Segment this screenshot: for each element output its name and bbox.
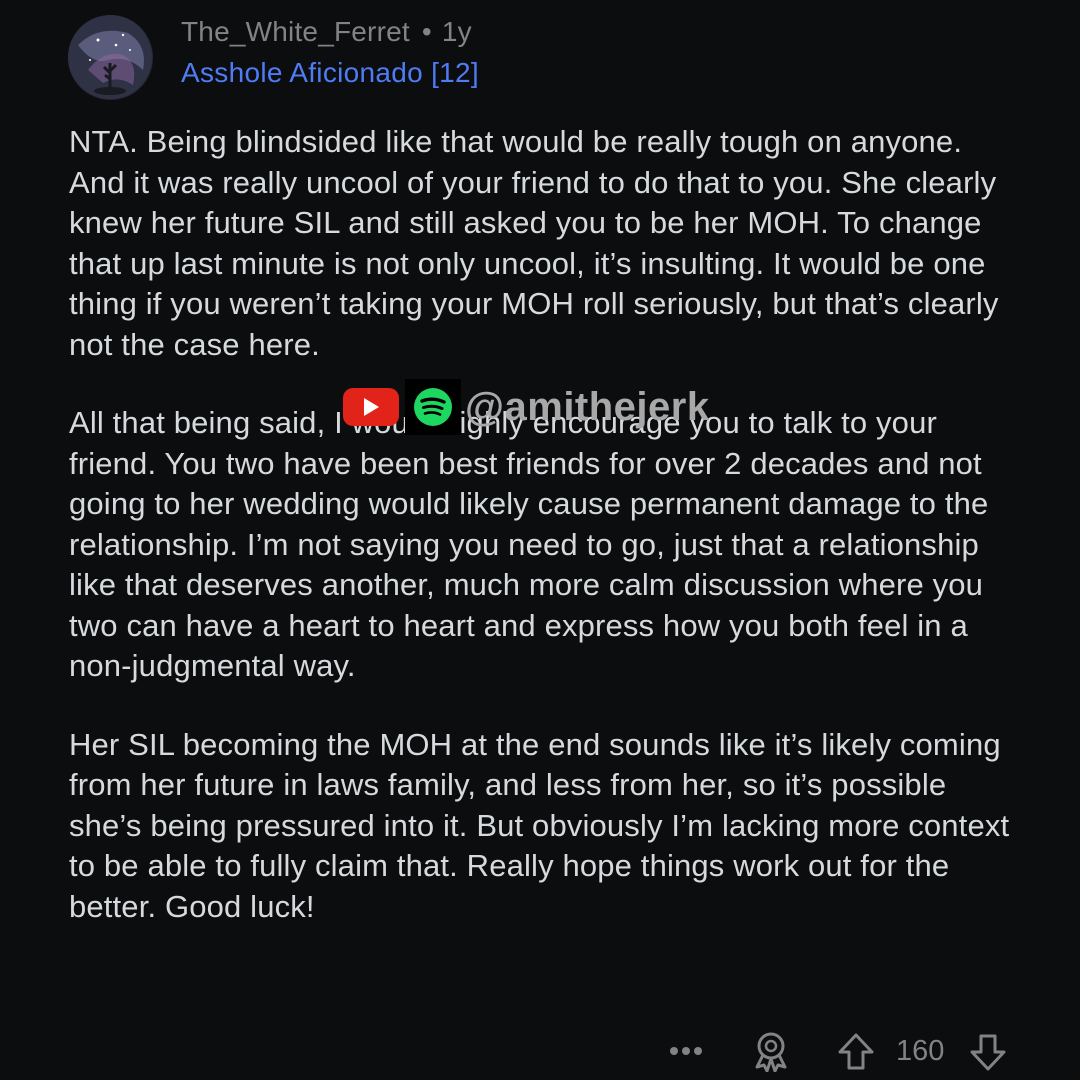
downvote-arrow-icon[interactable] (968, 1032, 1008, 1077)
vote-count: 160 (896, 1035, 945, 1067)
spotify-icon (405, 379, 461, 435)
comment-body: NTA. Being blindsided like that would be… (69, 122, 1019, 927)
comment-paragraph: Her SIL becoming the MOH at the end soun… (69, 726, 1010, 924)
watermark: @amithejerk (343, 379, 710, 435)
upvote-arrow-icon[interactable] (836, 1032, 876, 1077)
comment-paragraph: All that being said, I would highly enco… (69, 405, 989, 683)
avatar-image (68, 15, 152, 99)
comment-meta: The_White_Ferret • 1y (181, 16, 472, 48)
watermark-handle: @amithejerk (465, 384, 710, 429)
comment-actions: 160 (0, 1030, 1080, 1075)
username-link[interactable]: The_White_Ferret (181, 16, 410, 47)
youtube-icon (343, 388, 399, 426)
meta-separator: • (421, 16, 432, 47)
more-options-icon[interactable] (668, 1044, 704, 1062)
comment-age: 1y (441, 16, 472, 47)
comment-paragraph: NTA. Being blindsided like that would be… (69, 124, 999, 362)
award-icon[interactable] (750, 1030, 792, 1077)
user-flair: Asshole Aficionado [12] (181, 57, 479, 88)
avatar[interactable] (68, 15, 153, 100)
